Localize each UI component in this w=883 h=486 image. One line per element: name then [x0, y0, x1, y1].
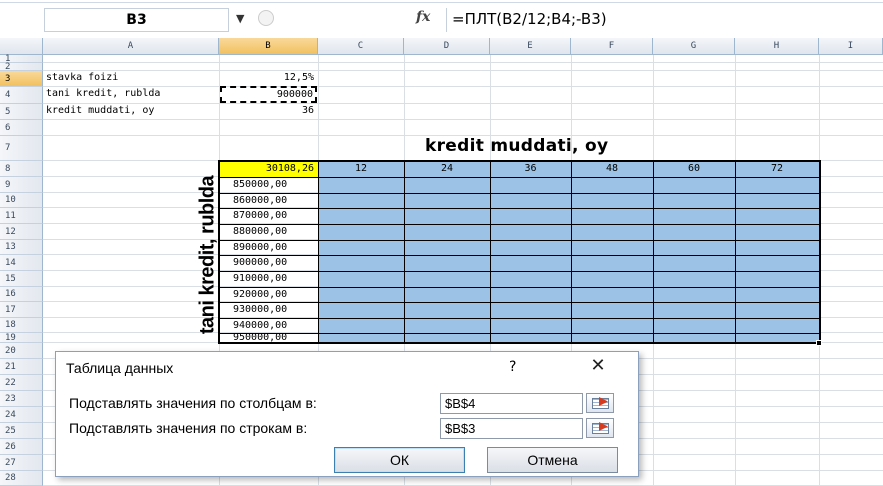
cell-a2[interactable]: stavka foizi: [46, 72, 118, 83]
cell-a4[interactable]: kredit muddati, oy: [46, 105, 154, 116]
column-header-e[interactable]: E: [490, 38, 571, 55]
row-header-28[interactable]: 28: [0, 471, 43, 486]
formula-input[interactable]: =ПЛТ(B2/12;B4;-B3): [452, 9, 607, 29]
gridline: [43, 103, 883, 104]
ribbon-divider: [0, 2, 883, 3]
row-header-9[interactable]: 9: [0, 177, 43, 193]
row-header-20[interactable]: 20: [0, 343, 43, 359]
row-header-23[interactable]: 23: [0, 391, 43, 407]
gridline: [43, 119, 883, 120]
cell-b3-selected[interactable]: 900000: [220, 86, 317, 103]
column-header-a[interactable]: A: [43, 38, 219, 55]
row-header-4[interactable]: 4: [0, 87, 43, 104]
column-header-h[interactable]: H: [735, 38, 819, 55]
row-header-11[interactable]: 11: [0, 208, 43, 224]
column-header-i[interactable]: I: [819, 38, 883, 55]
collapse-dialog-icon[interactable]: [586, 418, 614, 438]
row-header-14[interactable]: 14: [0, 255, 43, 271]
row-header-24[interactable]: 24: [0, 407, 43, 423]
cell-b4[interactable]: 36: [222, 105, 314, 116]
formula-bar-handle[interactable]: [258, 10, 274, 26]
formula-bar: B3 ▼ fx =ПЛТ(B2/12;B4;-B3): [0, 0, 883, 37]
dialog-title: Таблица данных: [66, 360, 174, 376]
row-header-7[interactable]: 7: [0, 136, 43, 161]
row-header-13[interactable]: 13: [0, 240, 43, 255]
chevron-down-icon[interactable]: ▼: [236, 12, 244, 25]
cancel-button[interactable]: Отмена: [487, 447, 618, 473]
row-header-22[interactable]: 22: [0, 375, 43, 391]
row-header-21[interactable]: 21: [0, 359, 43, 375]
row-header-17[interactable]: 17: [0, 302, 43, 318]
cell-b2[interactable]: 12,5%: [222, 72, 314, 83]
data-table-dialog: Таблица данных ? ✕ Подставлять значения …: [55, 351, 639, 477]
table-heading[interactable]: kredit muddati, oy: [425, 136, 608, 156]
row-header-5[interactable]: 5: [0, 104, 43, 120]
table-side-label[interactable]: tani kredit, rublda: [197, 176, 220, 334]
name-box[interactable]: B3: [44, 8, 229, 32]
function-icon[interactable]: fx: [416, 9, 430, 25]
column-header-d[interactable]: D: [404, 38, 490, 55]
row-header-19[interactable]: 19: [0, 333, 43, 343]
gridline: [43, 86, 883, 87]
row-header-26[interactable]: 26: [0, 439, 43, 455]
select-all-corner[interactable]: [0, 38, 43, 55]
row-header-8[interactable]: 8: [0, 161, 43, 177]
column-header-b[interactable]: B: [219, 38, 318, 55]
row-header-2[interactable]: 2: [0, 63, 43, 72]
row-header-3[interactable]: 3: [0, 71, 43, 87]
column-header-f[interactable]: F: [571, 38, 653, 55]
help-button[interactable]: ?: [509, 359, 516, 375]
row-header-27[interactable]: 27: [0, 455, 43, 471]
column-input-label: Подставлять значения по столбцам в:: [69, 395, 317, 411]
row-input-label: Подставлять значения по строкам в:: [69, 420, 308, 436]
row-header-18[interactable]: 18: [0, 318, 43, 333]
column-header-g[interactable]: G: [653, 38, 735, 55]
gridline: [43, 70, 883, 71]
row-input-field[interactable]: $B$3: [440, 418, 583, 439]
ok-button[interactable]: ОК: [334, 447, 465, 473]
row-header-10[interactable]: 10: [0, 193, 43, 208]
row-header-16[interactable]: 16: [0, 287, 43, 302]
collapse-dialog-icon[interactable]: [586, 393, 614, 413]
table-outline: [218, 160, 821, 344]
column-input-field[interactable]: $B$4: [440, 393, 583, 414]
column-header-c[interactable]: C: [318, 38, 404, 55]
close-button[interactable]: ✕: [587, 355, 609, 377]
row-header-15[interactable]: 15: [0, 271, 43, 287]
row-header-25[interactable]: 25: [0, 423, 43, 439]
formula-separator: [446, 8, 447, 32]
fill-handle[interactable]: [816, 340, 822, 346]
gridline: [43, 62, 883, 63]
row-header-6[interactable]: 6: [0, 120, 43, 136]
row-header-12[interactable]: 12: [0, 224, 43, 240]
cell-a3[interactable]: tani kredit, rublda: [46, 88, 160, 99]
